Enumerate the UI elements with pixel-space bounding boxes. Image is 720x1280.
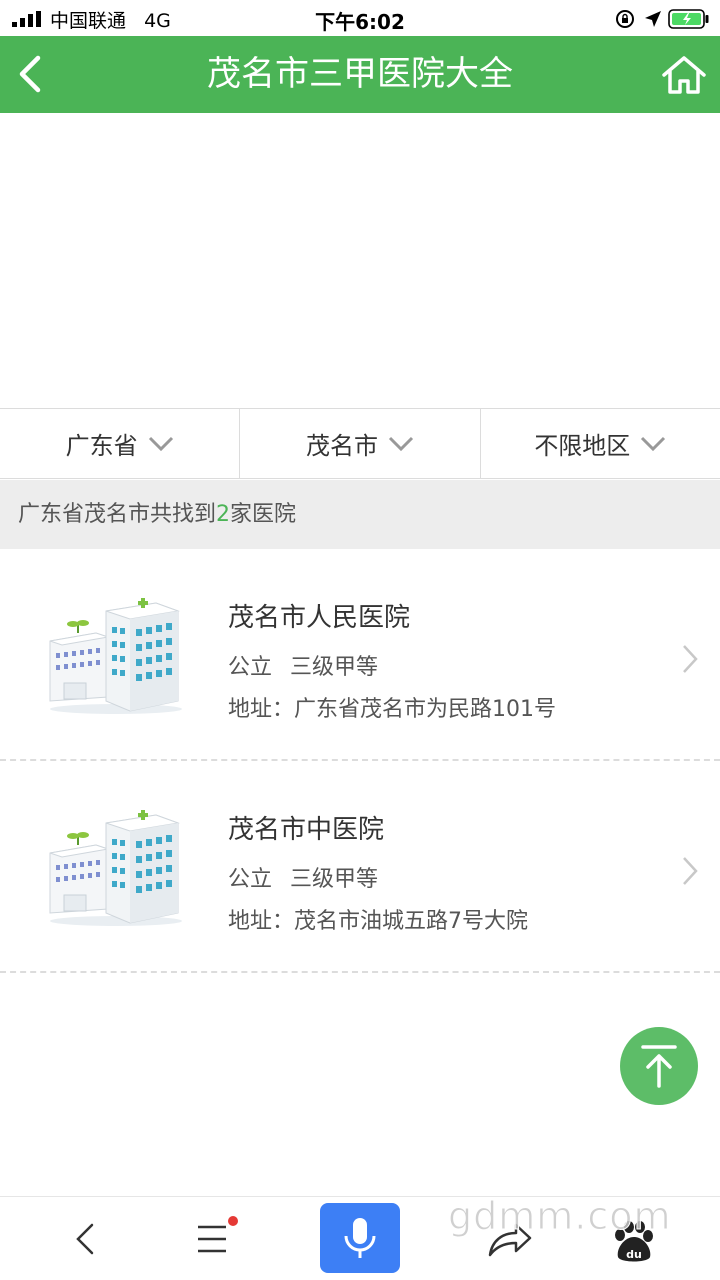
arrow-up-icon (641, 1045, 677, 1088)
hospital-address: 地址：茂名市油城五路7号大院 (228, 909, 528, 934)
filter-label: 广东省 (65, 432, 138, 460)
result-count: 2 (216, 502, 231, 527)
svg-text:du: du (626, 1248, 642, 1261)
chevron-down-icon (388, 436, 414, 451)
banner-area (0, 113, 720, 408)
battery-icon (668, 9, 709, 29)
hospital-level: 三级甲等 (290, 655, 379, 680)
back-icon (76, 1223, 94, 1255)
filter-city[interactable]: 茂名市 (240, 409, 481, 478)
location-arrow-icon (645, 11, 661, 27)
browser-back-button[interactable] (44, 1205, 124, 1273)
status-time: 下午6:02 (315, 10, 405, 34)
hospital-name: 茂名市人民医院 (228, 603, 411, 633)
hospital-name: 茂名市中医院 (228, 815, 385, 845)
menu-button[interactable] (172, 1205, 252, 1273)
filter-label: 茂名市 (305, 432, 378, 460)
hospital-level: 三级甲等 (290, 867, 379, 892)
summary-prefix: 广东省茂名市共找到 (18, 502, 217, 527)
page-title: 茂名市三甲医院大全 (207, 54, 513, 94)
filter-label: 不限地区 (534, 432, 631, 460)
rotation-lock-icon (616, 10, 634, 28)
hospital-building-icon (49, 810, 182, 926)
hospital-tags: 公立 三级甲等 (228, 861, 378, 893)
hospital-tags: 公立 三级甲等 (228, 649, 378, 681)
home-icon[interactable] (660, 54, 708, 96)
status-bar: 中国联通 4G 下午6:02 (0, 0, 720, 36)
hospital-address: 地址：广东省茂名市为民路101号 (228, 697, 556, 722)
filter-district[interactable]: 不限地区 (481, 409, 720, 478)
watermark: gdmm.com (448, 1194, 672, 1239)
notification-dot (228, 1216, 238, 1226)
hospital-building-icon (49, 598, 182, 714)
hospital-type: 公立 (228, 867, 273, 892)
chevron-down-icon (641, 436, 666, 451)
filter-bar: 广东省 茂名市 不限地区 (0, 408, 720, 479)
chevron-down-icon (148, 436, 173, 451)
hospital-list-item[interactable]: 茂名市人民医院 公立 三级甲等 地址：广东省茂名市为民路101号 (0, 549, 720, 761)
app-header: 茂名市三甲医院大全 (0, 36, 720, 113)
result-summary: 广东省茂名市共找到2家医院 (0, 480, 720, 549)
summary-suffix: 家医院 (230, 502, 297, 527)
hospital-type: 公立 (228, 655, 273, 680)
chevron-right-icon (683, 645, 698, 673)
chevron-right-icon (683, 857, 698, 885)
filter-province[interactable]: 广东省 (0, 409, 241, 478)
voice-search-button[interactable] (320, 1203, 400, 1273)
back-to-top-button[interactable] (620, 1027, 698, 1105)
hospital-list-item[interactable]: 茂名市中医院 公立 三级甲等 地址：茂名市油城五路7号大院 (0, 761, 720, 973)
microphone-icon (344, 1218, 376, 1258)
menu-icon (198, 1225, 226, 1253)
